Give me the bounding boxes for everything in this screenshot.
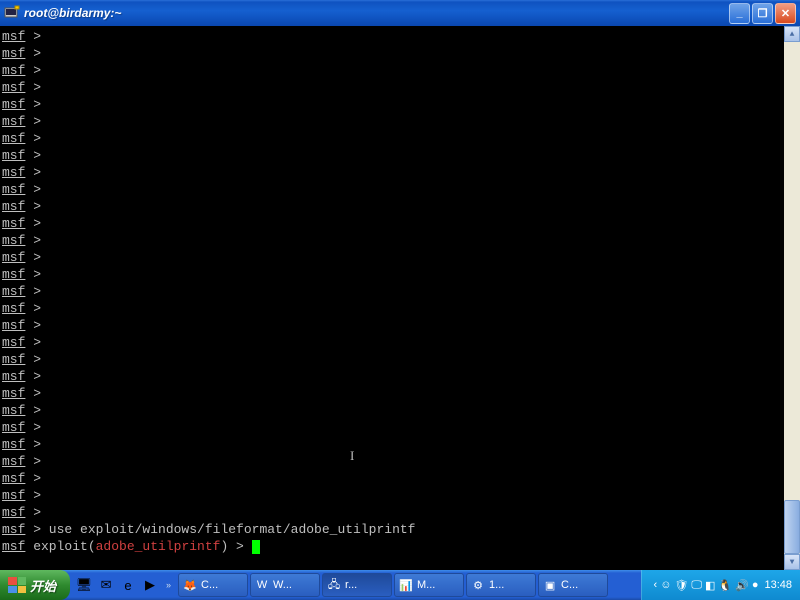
window-title: root@birdarmy:~	[24, 6, 729, 20]
putty-task[interactable]: 🖧r...	[322, 573, 392, 597]
im-icon[interactable]: ☺	[660, 573, 671, 597]
clock: 13:48	[764, 579, 792, 591]
shield-icon[interactable]: 🛡	[674, 573, 688, 597]
maximize-button[interactable]: ❐	[752, 3, 773, 24]
close-button[interactable]: ✕	[775, 3, 796, 24]
alert-icon[interactable]: ●	[752, 573, 759, 597]
firefox-task-icon: 🦊	[183, 578, 197, 592]
windows-logo-icon	[8, 577, 26, 593]
app2-task[interactable]: ⚙1...	[466, 573, 536, 597]
display-icon[interactable]: 🖵	[691, 573, 702, 597]
window-titlebar: root@birdarmy:~ _ ❐ ✕	[0, 0, 800, 26]
minimize-button[interactable]: _	[729, 3, 750, 24]
console-task-icon: ▣	[543, 578, 557, 592]
qq-icon[interactable]: 🐧	[718, 573, 732, 597]
quicklaunch-overflow-icon[interactable]: »	[162, 580, 172, 590]
net-icon[interactable]: ◧	[705, 573, 715, 597]
console-task[interactable]: ▣C...	[538, 573, 608, 597]
outlook-icon[interactable]: ✉	[96, 573, 116, 597]
app1-task-icon: 📊	[399, 578, 413, 592]
scroll-thumb[interactable]	[784, 500, 800, 554]
start-button[interactable]: 开始	[0, 570, 70, 600]
system-tray: ‹☺🛡🖵◧🐧🔊● 13:48	[641, 570, 800, 600]
terminal-output: msf > msf > msf > msf > msf > msf > msf …	[2, 28, 800, 555]
volume-icon[interactable]: 🔊	[735, 573, 749, 597]
start-label: 开始	[30, 576, 56, 595]
text-cursor-icon: I	[350, 447, 352, 461]
putty-task-icon: 🖧	[327, 578, 341, 592]
app2-task-icon: ⚙	[471, 578, 485, 592]
quicklaunch-bar: 🖥✉e▶»	[70, 570, 176, 600]
firefox-task[interactable]: 🦊C...	[178, 573, 248, 597]
terminal-cursor	[252, 540, 260, 554]
scroll-down-button[interactable]: ▼	[784, 554, 800, 570]
scrollbar[interactable]: ▲ ▼	[784, 26, 800, 570]
show-desktop-icon[interactable]: 🖥	[74, 573, 94, 597]
chevron-left-icon[interactable]: ‹	[654, 573, 658, 597]
word-task-icon: W	[255, 578, 269, 592]
terminal-area[interactable]: msf > msf > msf > msf > msf > msf > msf …	[0, 26, 800, 570]
window-controls: _ ❐ ✕	[729, 3, 796, 24]
taskbar: 开始 🖥✉e▶» 🦊C...WW...🖧r...📊M...⚙1...▣C... …	[0, 570, 800, 600]
ie-icon[interactable]: e	[118, 573, 138, 597]
scroll-up-button[interactable]: ▲	[784, 26, 800, 42]
putty-icon	[4, 5, 20, 21]
app1-task[interactable]: 📊M...	[394, 573, 464, 597]
player-icon[interactable]: ▶	[140, 573, 160, 597]
taskbar-tasks: 🦊C...WW...🖧r...📊M...⚙1...▣C...	[176, 570, 641, 600]
word-task[interactable]: WW...	[250, 573, 320, 597]
